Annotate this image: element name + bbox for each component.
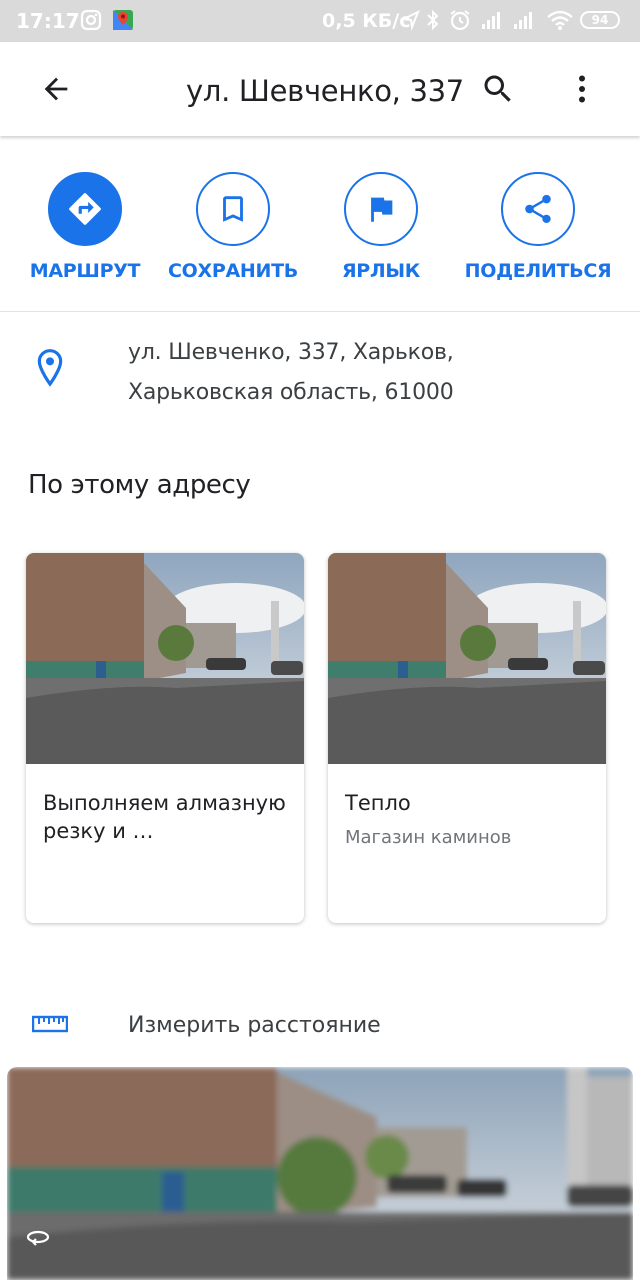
arrow-back-icon [44, 77, 68, 101]
share-button[interactable] [501, 172, 575, 246]
page-title: ул. Шевченко, 337 [186, 74, 464, 108]
place-photo [26, 553, 304, 764]
search-icon [484, 75, 511, 102]
battery-indicator: 94 [580, 11, 620, 29]
address-row[interactable]: ул. Шевченко, 337, Харьков, Харьковская … [0, 320, 640, 420]
signal-icon-2 [512, 9, 538, 35]
section-title: По этому адресу [28, 470, 251, 500]
search-button[interactable] [474, 65, 522, 113]
street-view-preview[interactable] [7, 1067, 633, 1280]
maps-app-icon [112, 9, 134, 35]
signal-icon-1 [480, 9, 506, 35]
save-label: СОХРАНИТЬ [168, 260, 298, 282]
directions-icon [69, 193, 101, 225]
more-options-button[interactable] [558, 65, 606, 113]
label-label: ЯРЛЫК [341, 260, 421, 282]
place-category: Магазин каминов [345, 827, 512, 848]
bookmark-icon [223, 196, 243, 222]
share-action[interactable]: ПОДЕЛИТЬСЯ [458, 172, 618, 282]
directions-action[interactable]: МАРШРУТ [5, 172, 165, 282]
place-title: Выполняем алмазную резку и … [43, 791, 286, 843]
measure-distance-label: Измерить расстояние [128, 1013, 381, 1038]
wifi-icon [546, 9, 574, 35]
alarm-icon [448, 9, 472, 35]
instagram-icon [80, 9, 102, 35]
share-icon [525, 194, 551, 224]
street-view-image [7, 1067, 633, 1280]
street-view-360-icon[interactable] [25, 1227, 51, 1252]
status-bar: 17:17 0,5 КБ/с 94 [0, 0, 640, 42]
status-time: 17:17 [16, 9, 80, 33]
label-button[interactable] [344, 172, 418, 246]
place-photo [328, 553, 606, 764]
network-speed: 0,5 КБ/с [322, 10, 411, 32]
address-line-1: ул. Шевченко, 337, Харьков, [128, 340, 454, 365]
place-card-1[interactable]: Выполняем алмазную резку и … [26, 553, 304, 923]
address-line-2: Харьковская область, 61000 [128, 380, 454, 405]
location-arrow-icon [400, 9, 420, 35]
place-card-2[interactable]: Тепло Магазин каминов [328, 553, 606, 923]
place-title: Тепло [345, 791, 411, 815]
measure-distance-row[interactable]: Измерить расстояние [0, 995, 640, 1057]
label-action[interactable]: ЯРЛЫК [301, 172, 461, 282]
flag-icon [371, 197, 393, 222]
location-pin-icon [34, 348, 66, 393]
action-buttons-row: МАРШРУТ СОХРАНИТЬ ЯРЛЫК ПОДЕЛИТЬСЯ [0, 136, 640, 312]
save-action[interactable]: СОХРАНИТЬ [153, 172, 313, 282]
share-label: ПОДЕЛИТЬСЯ [464, 260, 612, 282]
bluetooth-icon [426, 9, 440, 35]
app-bar: ул. Шевченко, 337 [0, 42, 640, 136]
back-button[interactable] [32, 65, 80, 113]
ruler-icon [31, 1015, 69, 1038]
directions-button[interactable] [48, 172, 122, 246]
more-vert-icon [579, 75, 585, 103]
save-button[interactable] [196, 172, 270, 246]
directions-label: МАРШРУТ [29, 260, 141, 282]
